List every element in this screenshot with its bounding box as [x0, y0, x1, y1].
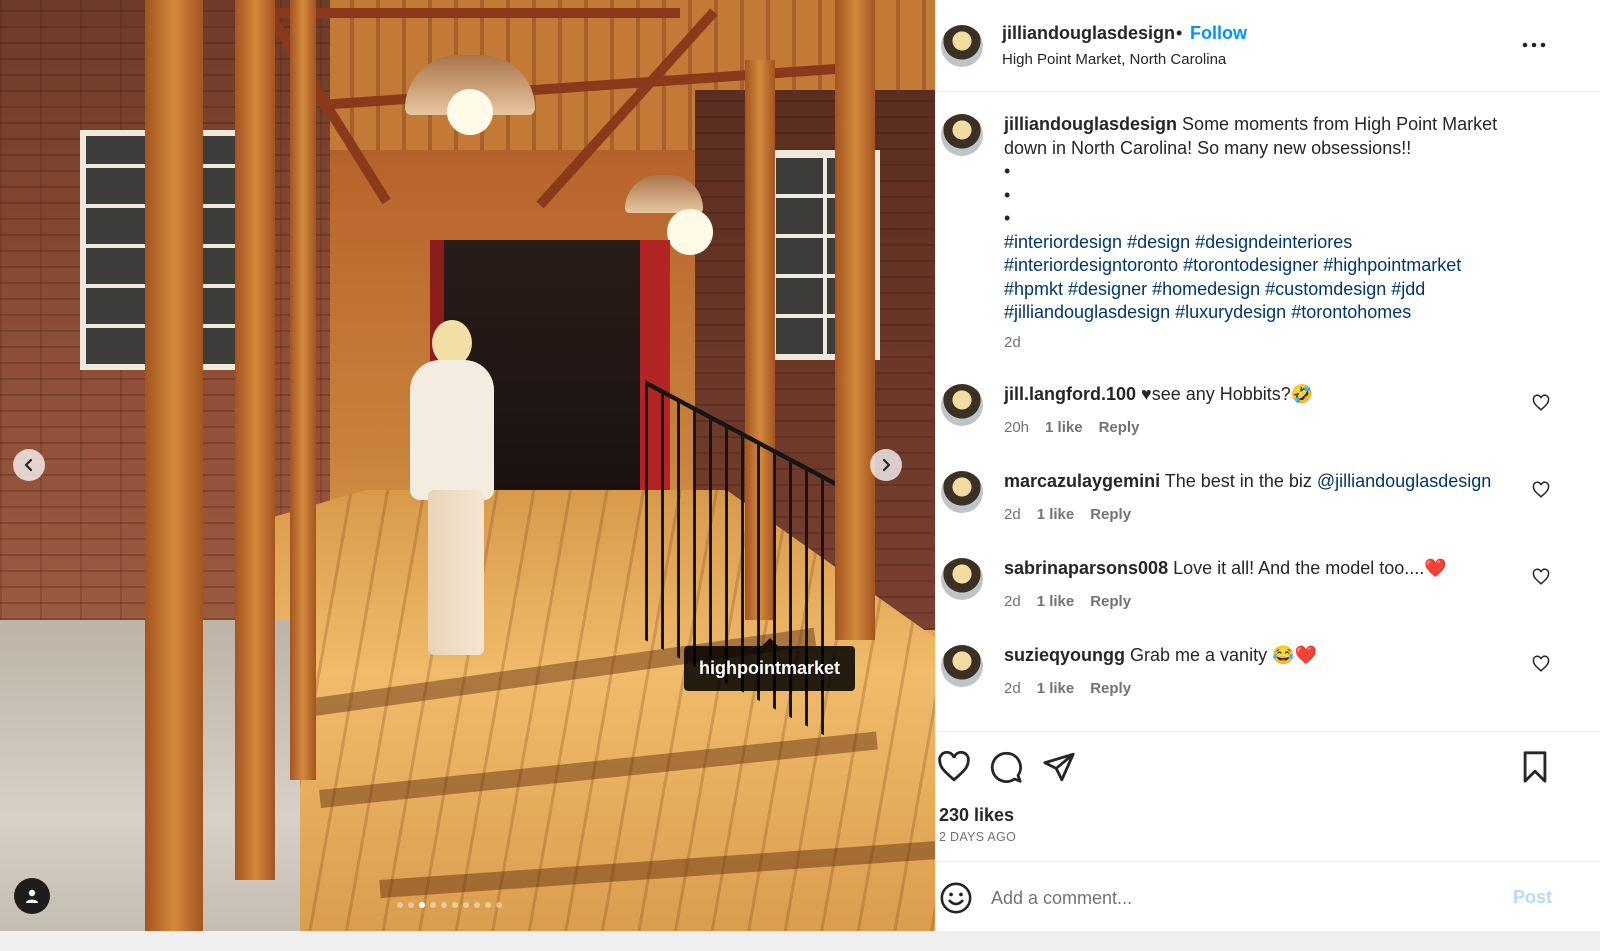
- user-tag-icon: [26, 889, 38, 903]
- post-comment-button[interactable]: Post: [1513, 887, 1552, 908]
- chevron-left-icon: [24, 458, 33, 472]
- comment-likes[interactable]: 1 like: [1037, 680, 1075, 697]
- post-details-panel: jilliandouglasdesign • Follow High Point…: [935, 0, 1600, 951]
- emoji-icon[interactable]: [939, 881, 973, 915]
- post-media[interactable]: highpointmarket: [0, 0, 935, 951]
- window-bottom-edge: [0, 931, 1600, 951]
- carousel-next-button[interactable]: [870, 449, 902, 481]
- comment-time: 20h: [1004, 419, 1030, 436]
- comment-time: 2d: [1004, 680, 1021, 697]
- comment-username[interactable]: marcazulaygemini: [1004, 471, 1160, 491]
- comment-time: 2d: [1004, 593, 1021, 610]
- photo-wood-post: [235, 0, 275, 880]
- tagged-users-button[interactable]: [14, 878, 50, 914]
- carousel-dot: [474, 902, 480, 908]
- comment-reply-button[interactable]: Reply: [1090, 680, 1131, 697]
- caption-bullet: •: [1004, 161, 1011, 181]
- avatar[interactable]: [941, 25, 983, 67]
- carousel-dot: [496, 902, 502, 908]
- carousel-prev-button[interactable]: [13, 449, 45, 481]
- avatar[interactable]: [941, 471, 983, 513]
- header-separator: •: [1176, 23, 1183, 43]
- avatar[interactable]: [941, 645, 983, 687]
- photo-wood-post: [290, 0, 316, 780]
- photo-beam: [260, 8, 680, 18]
- comment-username[interactable]: sabrinaparsons008: [1004, 558, 1168, 578]
- comment-reply-button[interactable]: Reply: [1090, 506, 1131, 523]
- caption-timestamp: 2d: [1004, 334, 1021, 351]
- photo-wood-post: [145, 0, 203, 951]
- comment-meta: 20h 1 like Reply: [1004, 419, 1139, 436]
- comment-line: suzieqyoungg Grab me a vanity 😂❤️: [1004, 645, 1317, 666]
- chevron-right-icon: [882, 458, 891, 472]
- comment-input[interactable]: [991, 882, 1491, 914]
- carousel-dot: [441, 902, 447, 908]
- carousel-dot: [408, 902, 414, 908]
- carousel-dot: [452, 902, 458, 908]
- heart-icon[interactable]: [937, 750, 971, 784]
- more-options-icon: [1522, 42, 1546, 48]
- caption-hashtags[interactable]: #jilliandouglasdesign #luxurydesign #tor…: [1004, 301, 1534, 325]
- carousel-dot: [397, 902, 403, 908]
- share-icon[interactable]: [1042, 750, 1076, 784]
- comment-meta: 2d 1 like Reply: [1004, 593, 1131, 610]
- comment-reply-button[interactable]: Reply: [1099, 419, 1140, 436]
- comment-username[interactable]: suzieqyoungg: [1004, 645, 1125, 665]
- bookmark-icon[interactable]: [1518, 750, 1552, 784]
- avatar[interactable]: [941, 114, 983, 156]
- likes-count[interactable]: 230 likes: [939, 805, 1014, 826]
- photo-wood-post: [835, 0, 875, 640]
- comment-text: The best in the biz: [1164, 471, 1317, 491]
- caption-username[interactable]: jilliandouglasdesign: [1004, 114, 1177, 134]
- avatar[interactable]: [941, 384, 983, 426]
- add-comment-bar: Post: [936, 861, 1600, 931]
- comment-text: ♥see any Hobbits?🤣: [1141, 384, 1314, 404]
- comment-text: Love it all! And the model too....❤️: [1173, 558, 1447, 578]
- post-location[interactable]: High Point Market, North Carolina: [1002, 51, 1226, 68]
- post-actions: 230 likes 2 DAYS AGO: [936, 731, 1600, 861]
- comment-line: sabrinaparsons008 Love it all! And the m…: [1004, 558, 1447, 579]
- comment-icon[interactable]: [989, 750, 1023, 784]
- more-options-button[interactable]: [1519, 30, 1549, 60]
- post-header: jilliandouglasdesign • Follow High Point…: [936, 0, 1600, 92]
- photo-lamp: [625, 175, 713, 255]
- caption-bullet: •: [1004, 184, 1011, 205]
- comment-item: suzieqyoungg Grab me a vanity 😂❤️ 2d 1 l…: [936, 645, 1600, 715]
- comment-meta: 2d 1 like Reply: [1004, 506, 1131, 523]
- comment-reply-button[interactable]: Reply: [1090, 593, 1131, 610]
- heart-icon[interactable]: [1532, 394, 1550, 412]
- caption-hashtags[interactable]: #hpmkt #designer #homedesign #customdesi…: [1004, 278, 1534, 302]
- comment-mention[interactable]: @jilliandouglasdesign: [1317, 471, 1491, 491]
- comment-likes[interactable]: 1 like: [1037, 506, 1075, 523]
- comment-item: sabrinaparsons008 Love it all! And the m…: [936, 558, 1600, 628]
- heart-icon[interactable]: [1532, 481, 1550, 499]
- caption-hashtags[interactable]: #interiordesigntoronto #torontodesigner …: [1004, 254, 1534, 278]
- comment-item: jill.langford.100 ♥see any Hobbits?🤣 20h…: [936, 384, 1600, 454]
- comment-line: jill.langford.100 ♥see any Hobbits?🤣: [1004, 384, 1313, 405]
- avatar[interactable]: [941, 558, 983, 600]
- user-tag-tooltip[interactable]: highpointmarket: [684, 638, 856, 691]
- comment-likes[interactable]: 1 like: [1037, 593, 1075, 610]
- carousel-dot: [419, 902, 425, 908]
- author-username[interactable]: jilliandouglasdesign: [1002, 23, 1175, 44]
- comment-item: marcazulaygemini The best in the biz @ji…: [936, 471, 1600, 541]
- comment-text: Grab me a vanity 😂❤️: [1130, 645, 1317, 665]
- photo-person: [400, 320, 500, 665]
- heart-icon[interactable]: [1532, 655, 1550, 673]
- carousel-dot: [485, 902, 491, 908]
- comment-line: marcazulaygemini The best in the biz @ji…: [1004, 471, 1491, 492]
- heart-icon[interactable]: [1532, 568, 1550, 586]
- carousel-indicator: [397, 902, 502, 908]
- follow-button[interactable]: Follow: [1190, 23, 1247, 44]
- caption-hashtags[interactable]: #interiordesign #design #designdeinterio…: [1004, 231, 1534, 255]
- comment-likes[interactable]: 1 like: [1045, 419, 1083, 436]
- caption-bullet: •: [1004, 208, 1011, 228]
- comment-time: 2d: [1004, 506, 1021, 523]
- comment-username[interactable]: jill.langford.100: [1004, 384, 1136, 404]
- post-timestamp: 2 DAYS AGO: [939, 830, 1017, 844]
- carousel-dot: [463, 902, 469, 908]
- comment-meta: 2d 1 like Reply: [1004, 680, 1131, 697]
- carousel-dot: [430, 902, 436, 908]
- caption-text: jilliandouglasdesign Some moments from H…: [1004, 113, 1534, 325]
